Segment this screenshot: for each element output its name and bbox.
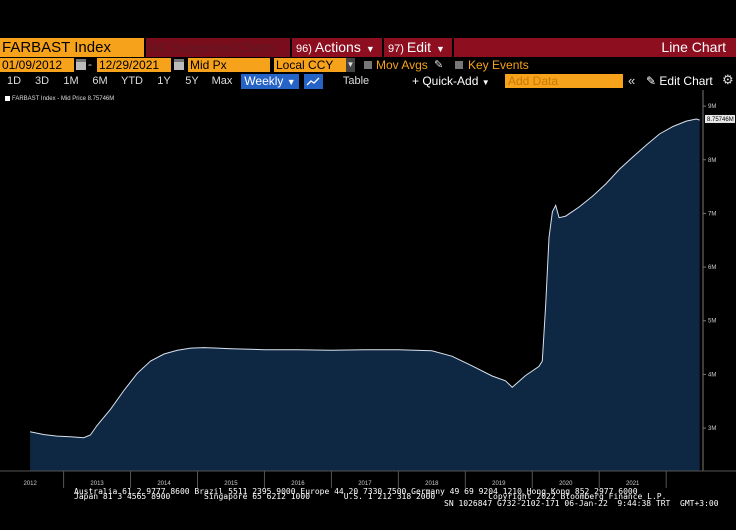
range-button-1y[interactable]: 1Y [152,74,176,89]
calendar-icon[interactable] [76,59,86,70]
pencil-icon[interactable]: ✎ [434,58,443,71]
y-tick-label: 9M [708,104,716,110]
range-button-ytd[interactable]: YTD [118,74,146,89]
pencil-icon: ✎ [646,74,657,88]
chevron-down-icon: ▼ [481,78,490,87]
suggested-charts-menu[interactable]: 94) Suggested Charts [146,38,290,57]
calendar-icon[interactable] [174,59,184,70]
y-tick-label: 5M [708,319,716,325]
range-button-1d[interactable]: 1D [2,74,26,89]
quick-add-button[interactable]: + Quick-Add ▼ [412,74,490,90]
price-chart[interactable]: 9M8M7M6M5M4M3M8.75746M2012 2013 2014 2015 20… [0,90,736,488]
edit-menu[interactable]: 97) Edit ▼ [384,38,452,57]
date-range-separator: - [88,57,92,71]
chevron-down-icon: ▼ [436,44,445,54]
x-tick-label: 2012 [23,481,37,487]
actions-menu[interactable]: 96) Actions ▼ [292,38,382,57]
add-data-input[interactable]: Add Data [505,74,623,88]
y-tick-label: 6M [708,265,716,271]
mov-avgs-checkbox[interactable] [364,61,372,69]
security-ticker-field[interactable]: FARBAST Index [0,38,144,57]
range-button-5y[interactable]: 5Y [180,74,204,89]
chevron-down-icon: ▼ [286,77,296,87]
collapse-icon[interactable]: « [628,73,635,88]
legend-label: FARBAST Index - Mid Price 8.75746M [12,96,115,102]
y-tick-label: 7M [708,211,716,217]
edit-menu-label: Edit [406,39,432,55]
gear-icon[interactable]: ⚙ [722,72,734,88]
actions-menu-label: Actions [314,39,361,55]
quick-add-label: + Quick-Add [412,74,479,88]
key-events-label[interactable]: Key Events [468,58,529,72]
currency-field[interactable]: Local CCY [274,58,346,72]
price-type-field[interactable]: Mid Px [188,58,270,72]
edit-chart-button[interactable]: ✎ Edit Chart [646,74,713,89]
series-area [30,119,700,471]
last-value-label: 8.75746M [707,117,734,123]
range-button-6m[interactable]: 6M [88,74,112,89]
frequency-dropdown[interactable]: Weekly ▼ [241,74,299,89]
y-tick-label: 4M [708,372,716,378]
mov-avgs-label[interactable]: Mov Avgs [376,58,428,72]
range-button-3d[interactable]: 3D [30,74,54,89]
key-events-checkbox[interactable] [455,61,463,69]
edit-menu-number: 97) [388,43,404,55]
footer-session-line: SN 1026847 G732-2102-171 06-Jan-22 9:44:… [444,499,719,508]
frequency-label: Weekly [244,74,284,88]
actions-menu-number: 96) [296,43,312,55]
start-date-field[interactable]: 01/09/2012 [0,58,74,72]
y-tick-label: 8M [708,158,716,164]
line-chart-icon[interactable] [304,74,323,89]
chevron-down-icon[interactable]: ▼ [346,58,355,72]
end-date-field[interactable]: 12/29/2021 [97,58,171,72]
chevron-down-icon: ▼ [365,44,375,54]
edit-chart-label: Edit Chart [659,74,713,88]
footer: Australia 61 2 9777 8600 Brazil 5511 239… [0,488,736,530]
table-button[interactable]: Table [336,74,376,89]
y-tick-label: 3M [708,426,716,432]
chart-legend: FARBAST Index - Mid Price 8.75746M [5,95,114,103]
legend-swatch [5,95,10,101]
range-button-1m[interactable]: 1M [59,74,83,89]
chart-type-title: Line Chart [454,38,736,57]
range-button-max[interactable]: Max [208,74,236,89]
